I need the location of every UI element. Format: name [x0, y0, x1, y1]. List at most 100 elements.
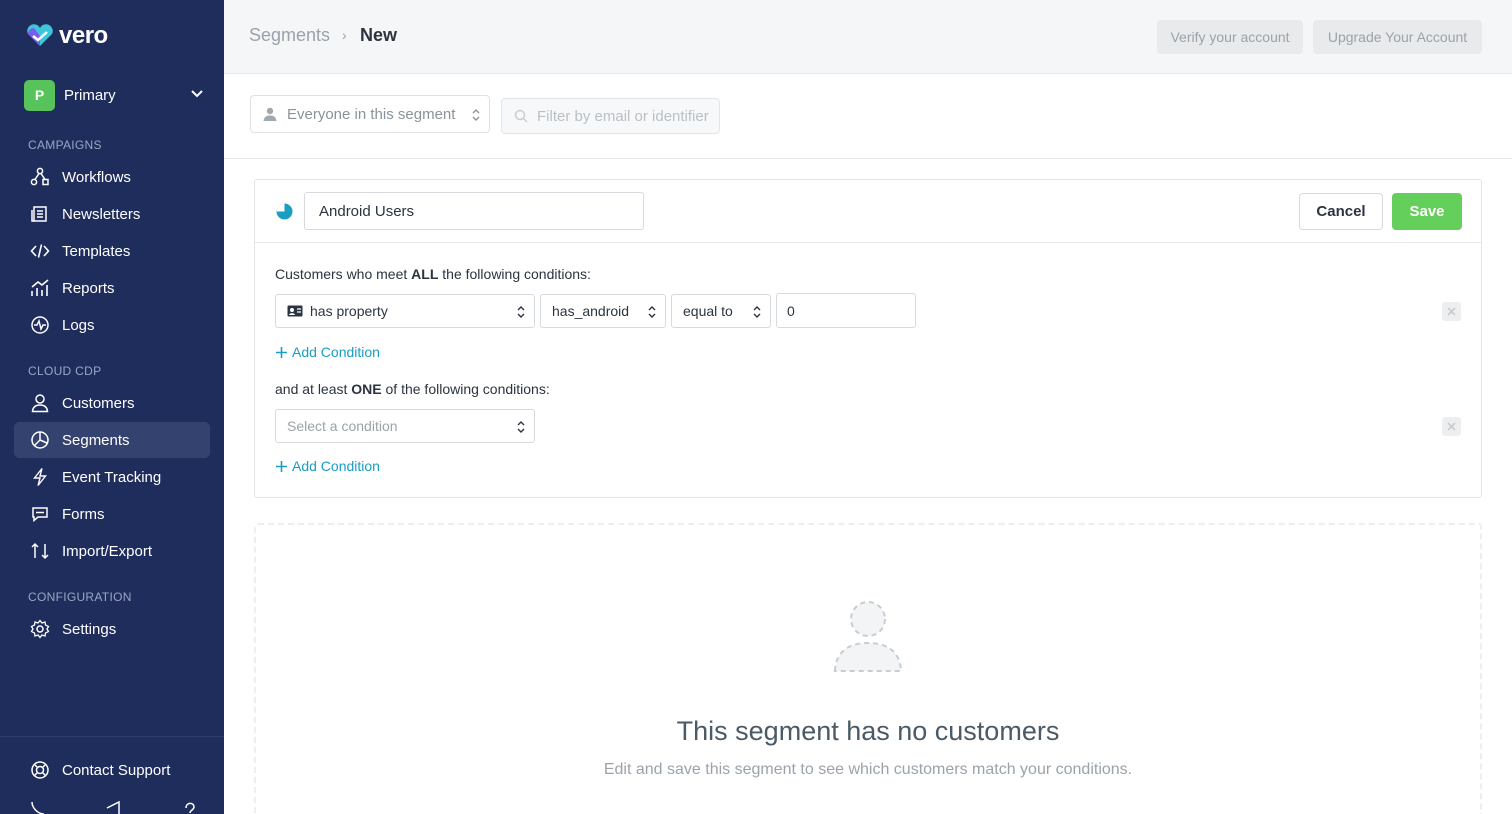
one-conditions-suffix: of the following conditions: [381, 381, 550, 397]
plus-icon [276, 346, 287, 358]
section-title-configuration: CONFIGURATION [28, 590, 132, 604]
help-icon[interactable] [180, 800, 200, 814]
one-conditions-prefix: and at least [275, 381, 352, 397]
chart-icon [30, 278, 50, 298]
account-avatar: P [24, 79, 55, 111]
sidebar-item-label: Settings [62, 620, 117, 638]
sidebar-divider [0, 736, 224, 737]
account-switcher[interactable]: P Primary [24, 79, 204, 111]
segment-name-input[interactable]: Android Users [304, 192, 644, 230]
remove-condition-button[interactable] [1442, 302, 1461, 321]
sidebar-item-label: Logs [62, 316, 95, 334]
logs-icon [30, 315, 50, 335]
breadcrumb-segments-link[interactable]: Segments [249, 25, 330, 46]
chevron-down-icon [191, 90, 203, 98]
select-arrows-icon [648, 306, 656, 318]
filter-row: Everyone in this segment Filter by email… [224, 75, 1512, 159]
sidebar-item-customers[interactable]: Customers [14, 385, 210, 421]
property-select[interactable]: has_android [540, 294, 666, 328]
phone-icon[interactable] [28, 800, 48, 814]
condition-type-select[interactable]: has property [275, 294, 535, 328]
select-arrows-icon [472, 109, 480, 121]
search-icon [514, 109, 528, 123]
chat-icon [30, 504, 50, 524]
operator-select[interactable]: equal to [671, 294, 771, 328]
add-condition-one-button[interactable]: Add Condition [275, 458, 380, 474]
sidebar-item-event-tracking[interactable]: Event Tracking [14, 459, 210, 495]
add-condition-label: Add Condition [292, 458, 380, 474]
condition-value-input[interactable]: 0 [776, 293, 916, 328]
contact-support-link[interactable]: Contact Support [14, 752, 210, 788]
empty-state-panel: This segment has no customers Edit and s… [254, 523, 1482, 814]
operator-value: equal to [683, 303, 733, 319]
sidebar: vero P Primary CAMPAIGNS Workflows Newsl… [0, 0, 224, 814]
sidebar-item-settings[interactable]: Settings [14, 611, 210, 647]
user-icon [30, 393, 50, 413]
sidebar-item-forms[interactable]: Forms [14, 496, 210, 532]
save-button[interactable]: Save [1392, 193, 1462, 230]
logo-text: vero [59, 22, 108, 49]
arrows-icon [30, 541, 50, 561]
upgrade-account-button[interactable]: Upgrade Your Account [1313, 20, 1482, 54]
sidebar-item-label: Import/Export [62, 542, 153, 560]
empty-state-subtitle: Edit and save this segment to see which … [603, 761, 1133, 778]
select-arrows-icon [517, 421, 525, 433]
sidebar-item-label: Event Tracking [62, 468, 162, 486]
condition-type-value: has property [310, 303, 388, 319]
select-condition-dropdown[interactable]: Select a condition [275, 409, 535, 443]
pie-icon [30, 430, 50, 450]
sidebar-item-reports[interactable]: Reports [14, 270, 210, 306]
sidebar-item-segments[interactable]: Segments [14, 422, 210, 458]
remove-condition-button[interactable] [1442, 417, 1461, 436]
segment-pie-icon [276, 203, 293, 220]
close-icon [1447, 307, 1456, 316]
audience-select[interactable]: Everyone in this segment [250, 95, 490, 133]
sidebar-item-import-export[interactable]: Import/Export [14, 533, 210, 569]
all-conditions-prefix: Customers who meet [275, 266, 412, 282]
select-arrows-icon [753, 306, 761, 318]
heart-logo-icon [27, 24, 53, 46]
empty-user-icon [833, 601, 903, 672]
newsletter-icon [30, 204, 50, 224]
id-card-icon [287, 305, 303, 317]
code-icon [30, 241, 50, 261]
workflow-icon [30, 167, 50, 187]
sidebar-item-label: Forms [62, 505, 105, 523]
segment-editor-header: Android Users Cancel Save [255, 180, 1481, 243]
all-keyword: ALL [411, 266, 439, 282]
property-value: has_android [552, 303, 630, 319]
sidebar-item-logs[interactable]: Logs [14, 307, 210, 343]
empty-state-title: This segment has no customers [676, 716, 1060, 746]
sidebar-item-workflows[interactable]: Workflows [14, 159, 210, 195]
close-icon [1447, 422, 1456, 431]
segment-editor-card: Android Users Cancel Save Customers who … [254, 179, 1482, 498]
one-keyword: ONE [351, 381, 382, 397]
breadcrumb-separator: › [342, 27, 347, 43]
cancel-button[interactable]: Cancel [1299, 193, 1383, 230]
megaphone-icon[interactable] [104, 800, 124, 814]
select-condition-placeholder: Select a condition [287, 418, 398, 434]
verify-account-button[interactable]: Verify your account [1157, 20, 1303, 54]
sidebar-item-newsletters[interactable]: Newsletters [14, 196, 210, 232]
plus-icon [276, 460, 287, 472]
sidebar-item-label: Customers [62, 394, 135, 412]
sidebar-footer-icons [28, 800, 200, 814]
bolt-icon [30, 467, 50, 487]
gear-icon [30, 619, 50, 639]
search-placeholder: Filter by email or identifier [537, 107, 709, 125]
sidebar-item-label: Workflows [62, 168, 131, 186]
section-title-campaigns: CAMPAIGNS [28, 138, 102, 152]
sidebar-item-label: Reports [62, 279, 115, 297]
all-conditions-suffix: the following conditions: [438, 266, 591, 282]
select-arrows-icon [517, 306, 525, 318]
customer-search-input[interactable]: Filter by email or identifier [501, 98, 720, 134]
contact-support-label: Contact Support [62, 761, 171, 779]
add-condition-all-button[interactable]: Add Condition [275, 344, 380, 360]
sidebar-item-templates[interactable]: Templates [14, 233, 210, 269]
sidebar-item-label: Newsletters [62, 205, 141, 223]
all-conditions-label: Customers who meet ALL the following con… [275, 266, 591, 282]
one-condition-label: and at least ONE of the following condit… [275, 381, 550, 397]
vero-logo[interactable]: vero [25, 22, 108, 50]
person-icon [263, 107, 277, 121]
sidebar-item-label: Templates [62, 242, 131, 260]
